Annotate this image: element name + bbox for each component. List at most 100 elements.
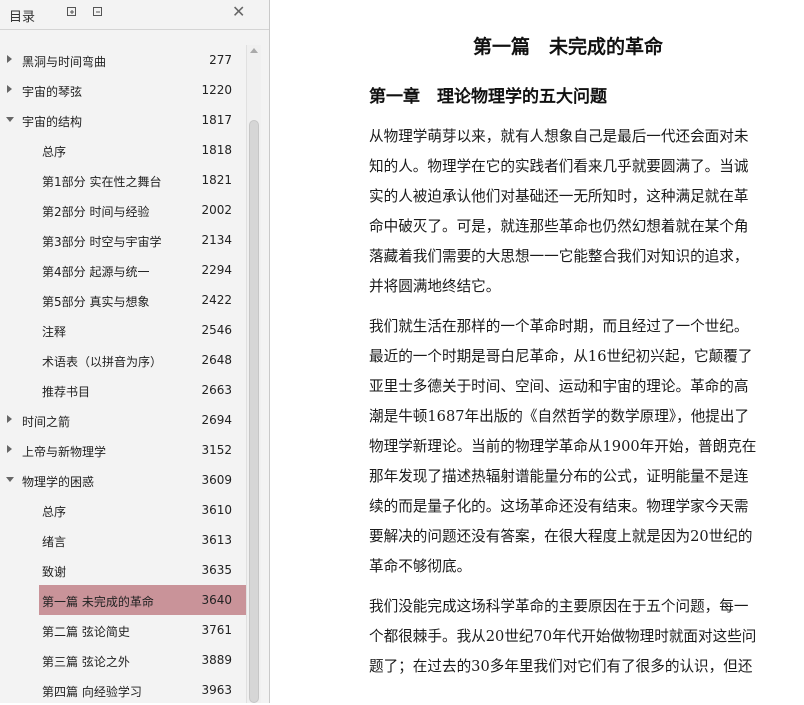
toc-item-active[interactable]: 第一篇 未完成的革命 3640 [39,585,246,615]
toc-item[interactable]: 绪言 3613 [0,525,246,555]
text-line: 那年发现了描述热辐射谱能量分布的公式，证明能量不是连 [369,468,749,485]
expand-arrow-icon[interactable] [7,445,12,453]
toc-item[interactable]: 推荐书目 2663 [0,375,246,405]
toc-item-page: 3635 [201,563,232,577]
toc-item-page: 2694 [201,413,232,427]
toc-item-label: 时间之箭 [22,415,71,429]
toc-item-label: 致谢 [42,565,67,579]
collapse-arrow-icon[interactable] [6,477,14,482]
close-icon[interactable]: ✕ [232,2,245,21]
toc-item-label: 第一篇 未完成的革命 [42,595,154,609]
toc-item-page: 1818 [201,143,232,157]
text-line: 知的人。物理学在它的实践者们看来几乎就要圆满了。当诚 [369,158,749,175]
text-line: 亚里士多德关于时间、空间、运动和宇宙的理论。革命的高 [369,378,749,395]
text-line: 我们就生活在那样的一个革命时期，而且经过了一个世纪。 [369,318,749,335]
expand-arrow-icon[interactable] [7,55,12,63]
toc-item-page: 2002 [201,203,232,217]
toc-item-label: 宇宙的结构 [22,115,83,129]
expand-all-icon[interactable] [67,7,76,16]
toc-item-page: 1817 [201,113,232,127]
toc-item-page: 2648 [201,353,232,367]
toc-item-label: 宇宙的琴弦 [22,85,83,99]
text-line: 命中破灭了。可是，就连那些革命也仍然幻想着就在某个角 [369,218,749,235]
toc-item-label: 总序 [42,505,67,519]
toc-item[interactable]: 总序 3610 [0,495,246,525]
text-line: 续的而是量子化的。这场革命还没有结束。物理学家今天需 [369,498,749,515]
toc-item-label: 绪言 [42,535,67,549]
toc-item-label: 术语表（以拼音为序） [42,355,163,369]
toc-item-page: 3152 [201,443,232,457]
toc-item[interactable]: 第二篇 弦论简史 3761 [0,615,246,645]
text-line: 落藏着我们需要的大思想一一它能整合我们对知识的追求， [369,248,749,265]
collapse-arrow-icon[interactable] [6,117,14,122]
toc-item-page: 3609 [201,473,232,487]
toc-item-page: 3963 [201,683,232,697]
text-line: 并将圆满地终结它。 [369,278,501,295]
toc-item[interactable]: 宇宙的琴弦 1220 [0,75,246,105]
scrollbar-thumb[interactable] [249,120,259,703]
toc-item[interactable]: 物理学的困惑 3609 [0,465,246,495]
toc-item-page: 3761 [201,623,232,637]
toc-item-label: 第二篇 弦论简史 [42,625,130,639]
toc-item[interactable]: 黑洞与时间弯曲 277 [0,45,246,75]
toc-item-page: 277 [209,53,232,67]
toc-item-label: 黑洞与时间弯曲 [22,55,107,69]
toc-item[interactable]: 时间之箭 2694 [0,405,246,435]
toc-item-label: 第四篇 向经验学习 [42,685,142,699]
toc-item-label: 上帝与新物理学 [22,445,107,459]
toc-item-page: 3889 [201,653,232,667]
toc-item-page: 1220 [201,83,232,97]
toc-list: 黑洞与时间弯曲 277 宇宙的琴弦 1220 宇宙的结构 1817 总序 1818 第1… [0,45,246,705]
text-line: 我们没能完成这场科学革命的主要原因在于五个问题，每一 [369,598,749,615]
toc-item[interactable]: 第2部分 时间与经验 2002 [0,195,246,225]
toc-item-label: 推荐书目 [42,385,91,399]
toc-item[interactable]: 第3部分 时空与宇宙学 2134 [0,225,246,255]
toc-item[interactable]: 第1部分 实在性之舞台 1821 [0,165,246,195]
paragraph: 我们没能完成这场科学革命的主要原因在于五个问题，每一 个都很棘手。我从20世纪7… [369,592,785,682]
text-line: 物理学新理论。当前的物理学革命从1900年开始，普朗克在 [369,438,757,455]
toc-item-page: 3640 [201,593,232,607]
toc-sidebar: 目录 ✕ 黑洞与时间弯曲 277 宇宙的琴弦 1220 宇宙的结构 1817 总序 18… [0,0,270,703]
toc-item-page: 2663 [201,383,232,397]
toc-item-page: 2134 [201,233,232,247]
text-line: 个都很棘手。我从20世纪70年代开始做物理时就面对这些问 [369,628,757,645]
toc-item-label: 总序 [42,145,67,159]
body-text: 从物理学萌芽以来，就有人想象自己是最后一代还会面对未 知的人。物理学在它的实践者… [369,122,785,682]
text-line: 题了；在过去的30多年里我们对它们有了很多的认识，但还 [369,658,753,675]
text-line: 实的人被迫承认他们对基础还一无所知时，这种满足就在革 [369,188,749,205]
toc-item-page: 2294 [201,263,232,277]
expand-arrow-icon[interactable] [7,85,12,93]
sidebar-title: 目录 [9,10,36,25]
toc-item-label: 第4部分 起源与统一 [42,265,150,279]
collapse-all-icon[interactable] [93,7,102,16]
toc-item-page: 3610 [201,503,232,517]
toc-item-label: 注释 [42,325,67,339]
toc-item[interactable]: 总序 1818 [0,135,246,165]
document-page: 第一篇 未完成的革命 第一章 理论物理学的五大问题 从物理学萌芽以来，就有人想象… [290,0,790,703]
part-title: 第一篇 未完成的革命 [473,36,664,58]
scroll-up-arrow-icon[interactable] [250,48,258,53]
toc-item[interactable]: 第四篇 向经验学习 3963 [0,675,246,705]
toc-item[interactable]: 致谢 3635 [0,555,246,585]
paragraph: 我们就生活在那样的一个革命时期，而且经过了一个世纪。 最近的一个时期是哥白尼革命… [369,312,785,582]
toc-item[interactable]: 术语表（以拼音为序） 2648 [0,345,246,375]
toc-item-label: 第三篇 弦论之外 [42,655,130,669]
toc-item-label: 第1部分 实在性之舞台 [42,175,162,189]
expand-arrow-icon[interactable] [7,415,12,423]
paragraph: 从物理学萌芽以来，就有人想象自己是最后一代还会面对未 知的人。物理学在它的实践者… [369,122,785,302]
toc-item-label: 第3部分 时空与宇宙学 [42,235,162,249]
toc-item-label: 第5部分 真实与想象 [42,295,150,309]
text-line: 最近的一个时期是哥白尼革命，从16世纪初兴起，它颠覆了 [369,348,753,365]
toc-item[interactable]: 注释 2546 [0,315,246,345]
toc-item[interactable]: 上帝与新物理学 3152 [0,435,246,465]
text-line: 革命不够彻底。 [369,558,472,575]
toc-item[interactable]: 第三篇 弦论之外 3889 [0,645,246,675]
text-line: 从物理学萌芽以来，就有人想象自己是最后一代还会面对未 [369,128,749,145]
toc-item[interactable]: 第5部分 真实与想象 2422 [0,285,246,315]
toc-item-page: 2546 [201,323,232,337]
toc-item[interactable]: 第4部分 起源与统一 2294 [0,255,246,285]
toc-item-page: 2422 [201,293,232,307]
text-line: 要解决的问题还没有答案，在很大程度上就是因为20世纪的 [369,528,753,545]
sidebar-scrollbar[interactable] [246,45,261,703]
toc-item[interactable]: 宇宙的结构 1817 [0,105,246,135]
